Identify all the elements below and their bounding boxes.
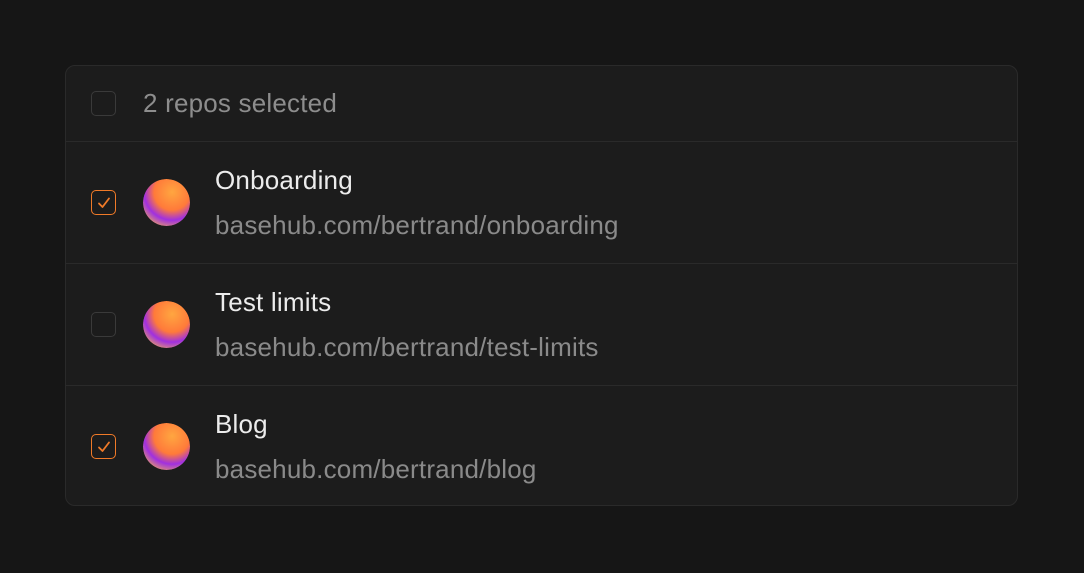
repo-text: Onboarding basehub.com/bertrand/onboardi… <box>215 165 619 240</box>
repo-row[interactable]: Onboarding basehub.com/bertrand/onboardi… <box>66 142 1017 264</box>
repo-checkbox[interactable] <box>91 190 116 215</box>
repo-url: basehub.com/bertrand/test-limits <box>215 332 599 362</box>
repo-selection-panel: 2 repos selected Onboarding basehub.com/… <box>65 65 1018 506</box>
checkmark-icon <box>97 197 110 208</box>
checkmark-icon <box>97 441 110 452</box>
repo-title: Onboarding <box>215 165 353 195</box>
repo-checkbox[interactable] <box>91 434 116 459</box>
repo-title: Blog <box>215 409 268 439</box>
repo-url: basehub.com/bertrand/onboarding <box>215 210 619 240</box>
repo-row[interactable]: Blog basehub.com/bertrand/blog <box>66 386 1017 505</box>
repo-checkbox[interactable] <box>91 312 116 337</box>
repo-avatar-icon <box>143 301 190 348</box>
selection-count-label: 2 repos selected <box>143 88 337 118</box>
repo-text: Test limits basehub.com/bertrand/test-li… <box>215 287 599 362</box>
repo-row[interactable]: Test limits basehub.com/bertrand/test-li… <box>66 264 1017 386</box>
repo-avatar-icon <box>143 179 190 226</box>
repo-title: Test limits <box>215 287 332 317</box>
repo-avatar-icon <box>143 423 190 470</box>
select-all-checkbox[interactable] <box>91 91 116 116</box>
repo-url: basehub.com/bertrand/blog <box>215 454 537 484</box>
repo-text: Blog basehub.com/bertrand/blog <box>215 409 537 484</box>
selection-header: 2 repos selected <box>66 66 1017 142</box>
